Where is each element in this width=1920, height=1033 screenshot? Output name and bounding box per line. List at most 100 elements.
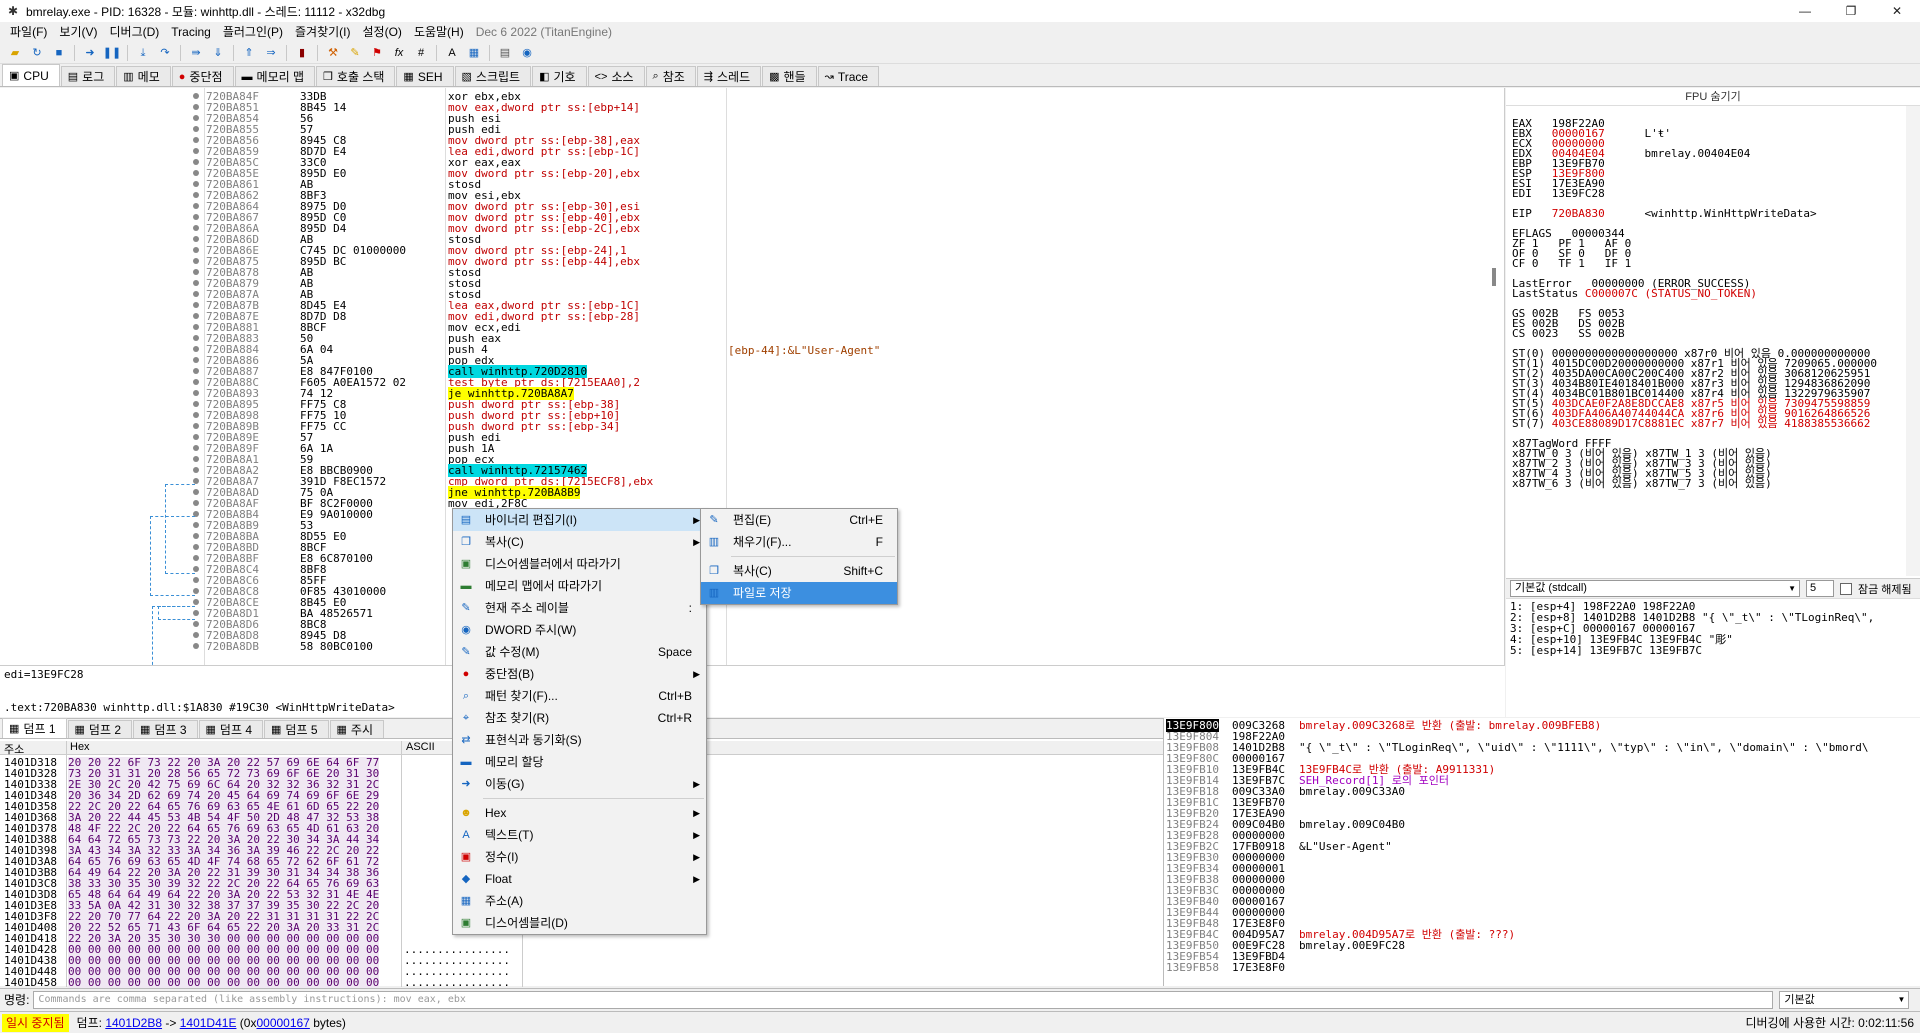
register-row[interactable]: EIP 720BA830 <winhttp.WinHttpWriteData> [1512,208,1877,219]
breakpoint-marker[interactable] [193,203,199,209]
calling-convention-select[interactable]: 기본값 (stdcall) [1510,580,1800,597]
tab-seh[interactable]: ▦ SEH [396,66,454,86]
calculator-icon[interactable]: ▦ [465,45,483,61]
open-icon[interactable]: ▰ [6,45,24,61]
menu-item-follow-disasm[interactable]: ▣ 디스어셈블러에서 따라가기 [453,553,706,575]
menu-item-alloc[interactable]: ▬ 메모리 할당 [453,751,706,773]
breakpoint-marker[interactable] [193,445,199,451]
step-over-icon[interactable]: ↷ [156,45,174,61]
breakpoint-marker[interactable] [193,93,199,99]
breakpoint-marker[interactable] [193,236,199,242]
menu-item-integer[interactable]: ▣ 정수(I) ▶ [453,846,706,868]
menu-view[interactable]: 보기(V) [53,22,103,42]
argument-count-spinner[interactable]: 5 [1806,580,1834,597]
comments-icon[interactable]: ✎ [346,45,364,61]
command-mode-select[interactable]: 기본값 [1779,990,1910,1009]
register-row[interactable]: LastStatus C000007C (STATUS_NO_TOKEN) [1512,288,1877,299]
breakpoint-marker[interactable] [193,390,199,396]
selection-size-link[interactable]: 00000167 [256,1016,309,1030]
breakpoint-marker[interactable] [193,599,199,605]
menu-item-text[interactable]: A 텍스트(T) ▶ [453,824,706,846]
breakpoint-marker[interactable] [193,335,199,341]
menu-item-goto[interactable]: ➜ 이동(G) ▶ [453,773,706,795]
tab-source[interactable]: <> 소스 [587,66,645,86]
font-icon[interactable]: A [443,45,461,61]
dump-tab-4[interactable]: ▦ 덤프 4 [198,720,263,738]
breakpoint-marker[interactable] [193,214,199,220]
tab-handles[interactable]: ▩ 핸들 [762,66,817,86]
tab-script[interactable]: ▧ 스크립트 [454,66,532,86]
menu-item-fill[interactable]: ▥ 채우기(F)... F [701,531,897,553]
breakpoint-marker[interactable] [193,467,199,473]
menu-plugins[interactable]: 플러그인(P) [217,22,289,42]
dump-tab-2[interactable]: ▦ 덤프 2 [67,720,132,738]
breakpoint-marker[interactable] [193,423,199,429]
dump-tab-1[interactable]: ▦ 덤프 1 [2,718,67,738]
hash-icon[interactable]: # [412,45,430,61]
menu-item-label[interactable]: ✎ 현재 주소 레이블: [453,597,706,619]
breakpoint-marker[interactable] [193,280,199,286]
function-icon[interactable]: fx [390,45,408,61]
menu-item-disassembly[interactable]: ▣ 디스어셈블리(D) [453,912,706,934]
step-into-icon[interactable]: ⤓ [134,45,152,61]
restart-icon[interactable]: ↻ [28,45,46,61]
breakpoint-marker[interactable] [193,170,199,176]
menu-item-follow-memmap[interactable]: ▬ 메모리 맵에서 따라가기 [453,575,706,597]
run-icon[interactable]: ➜ [81,45,99,61]
menu-tracing[interactable]: Tracing [165,22,217,42]
breakpoint-marker[interactable] [193,269,199,275]
tab-memory-map[interactable]: ▬ 메모리 맵 [234,66,316,86]
registers-pane[interactable]: FPU 숨기기 EAX 198F22A0 EBX 00000167 L'ŧ' ECX… [1506,88,1920,578]
command-input[interactable]: Commands are comma separated (like assem… [33,990,1774,1009]
selection-start-link[interactable]: 1401D2B8 [105,1016,162,1030]
tab-trace[interactable]: ↝ Trace [817,66,880,86]
menu-debug[interactable]: 디버그(D) [103,22,165,42]
menu-item-edit[interactable]: ✎ 편집(E) Ctrl+E [701,509,897,531]
breakpoint-marker[interactable] [193,368,199,374]
menu-item-binary-edit[interactable]: ▤ 바이너리 편집기(I) ▶ [453,509,706,531]
register-row[interactable]: ST(7) 403CE88089D17C8881EC x87r7 비어 있음 4… [1512,418,1877,429]
breakpoint-marker[interactable] [193,148,199,154]
tab-breakpoint[interactable]: ● 중단점 [171,66,234,86]
tab-call-stack[interactable]: ❒ 호출 스택 [316,66,396,86]
register-row[interactable]: x87TW_6 3 (비어 있음) x87TW_7 3 (비어 있음) [1512,478,1877,489]
stop-icon[interactable]: ■ [50,45,68,61]
menu-options[interactable]: 설정(O) [357,22,408,42]
breakpoint-marker[interactable] [193,126,199,132]
menu-item-float[interactable]: ◆ Float ▶ [453,868,706,890]
patch-icon[interactable]: ⚒ [324,45,342,61]
menu-favourites[interactable]: 즐겨찾기(I) [289,22,357,42]
menu-file[interactable]: 파일(F) [4,22,53,42]
breakpoint-marker[interactable] [193,104,199,110]
breakpoint-marker[interactable] [193,434,199,440]
stack-pane[interactable]: 13E9F800 13E9F804 13E9FB08 13E9F80C 13E9… [1163,718,1920,986]
menu-item-address[interactable]: ▦ 주소(A) [453,890,706,912]
tab-notes[interactable]: ▥ 메모 [116,66,171,86]
trace-into-icon[interactable]: ⇛ [187,45,205,61]
breakpoint-marker[interactable] [193,159,199,165]
breakpoint-marker[interactable] [193,302,199,308]
menu-item-find-pattern[interactable]: ⌕ 패턴 찾기(F)... Ctrl+B [453,685,706,707]
dump-tab-5[interactable]: ▦ 덤프 5 [264,720,329,738]
register-row[interactable]: EDI 13E9FC28 [1512,188,1877,199]
breakpoint-marker[interactable] [193,225,199,231]
register-row[interactable]: CF 0 TF 1 IF 1 [1512,258,1877,269]
breakpoint-marker[interactable] [193,291,199,297]
run-to-user-code-icon[interactable]: ⇒ [262,45,280,61]
breakpoint-marker[interactable] [193,258,199,264]
scylla-icon[interactable]: ▮ [293,45,311,61]
breakpoint-marker[interactable] [193,192,199,198]
breakpoint-marker[interactable] [193,412,199,418]
menu-item-copy[interactable]: ❐ 복사(C) Shift+C [701,560,897,582]
breakpoint-marker[interactable] [193,324,199,330]
close-button[interactable]: ✕ [1874,0,1920,22]
breakpoint-marker[interactable] [193,115,199,121]
maximize-button[interactable]: ❐ [1828,0,1874,22]
breakpoint-marker[interactable] [193,181,199,187]
registers-scrollbar[interactable] [1906,106,1920,576]
hide-fpu-button[interactable]: FPU 숨기기 [1506,88,1920,106]
disassembly-scrollbar[interactable] [1490,178,1498,618]
pause-icon[interactable]: ❚❚ [103,45,121,61]
breakpoint-marker[interactable] [193,379,199,385]
menu-item-breakpoint[interactable]: ● 중단점(B) ▶ [453,663,706,685]
